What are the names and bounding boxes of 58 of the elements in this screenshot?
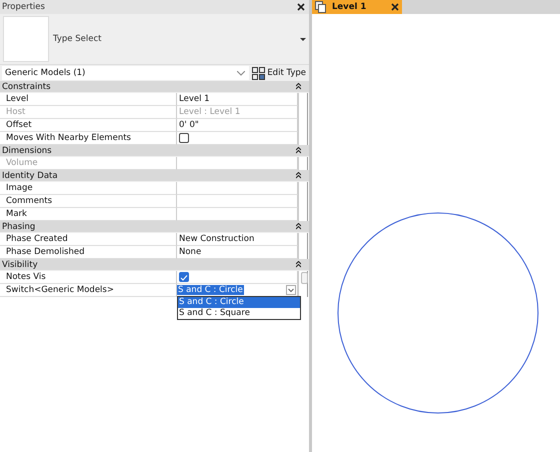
collapse-icon[interactable] — [296, 147, 301, 154]
property-value[interactable]: New Construction — [177, 233, 298, 246]
section-title: Identity Data — [2, 170, 58, 180]
scrollbar-thumb[interactable] — [301, 272, 308, 284]
close-icon[interactable] — [297, 3, 305, 11]
edit-type-button[interactable]: Edit Type — [249, 66, 309, 80]
checkbox[interactable] — [179, 272, 189, 282]
section-title: Phasing — [2, 222, 36, 232]
chevron-icon[interactable] — [237, 70, 246, 76]
property-name: Switch<Generic Models> — [0, 284, 177, 297]
view-tab[interactable]: Level 1 — [312, 0, 402, 14]
collapse-icon[interactable] — [296, 261, 301, 268]
property-name: Notes Vis — [0, 271, 177, 284]
document-icon — [315, 1, 326, 13]
property-name: Offset — [0, 119, 177, 132]
collapse-icon[interactable] — [296, 172, 301, 179]
property-value: Level : Level 1 — [177, 106, 298, 119]
scrollbar[interactable] — [298, 233, 308, 259]
value-field[interactable] — [177, 182, 298, 195]
section-header[interactable]: Phasing — [0, 221, 309, 233]
dropdown-arrow-icon[interactable] — [300, 38, 306, 40]
dropdown-option[interactable]: S and C : Circle — [178, 297, 300, 308]
value-dropdown[interactable]: S and C : Circle — [177, 284, 297, 296]
type-dropdown[interactable]: Generic Models (1) — [2, 66, 250, 80]
chevron-icon[interactable] — [286, 285, 296, 295]
checkbox[interactable] — [179, 133, 189, 143]
type-select-label: Type Select — [53, 34, 102, 44]
value-field[interactable] — [177, 195, 298, 208]
section-title: Constraints — [2, 82, 50, 92]
section-header[interactable]: Dimensions — [0, 145, 309, 157]
section-title: Visibility — [2, 260, 38, 270]
collapse-icon[interactable] — [296, 223, 301, 230]
property-name: Host — [0, 106, 177, 119]
scrollbar[interactable] — [298, 271, 308, 297]
section-header[interactable]: Identity Data — [0, 170, 309, 182]
property-name: Level — [0, 93, 177, 106]
tab-title: Level 1 — [332, 2, 368, 12]
type-preview — [3, 16, 49, 62]
collapse-icon[interactable] — [296, 83, 301, 90]
scrollbar[interactable] — [298, 157, 308, 170]
panel-title: Properties — [2, 2, 45, 12]
property-name: Image — [0, 182, 177, 195]
dropdown-option[interactable]: S and C : Square — [178, 308, 300, 319]
type-dropdown-value: Generic Models (1) — [5, 68, 86, 78]
scrollbar[interactable] — [298, 93, 308, 145]
dropdown-value: S and C : Circle — [177, 285, 244, 295]
property-name: Comments — [0, 195, 177, 208]
property-name: Phase Created — [0, 233, 177, 246]
section-header[interactable]: Visibility — [0, 259, 309, 271]
type-selector[interactable]: Type Select — [0, 14, 309, 65]
section-header[interactable]: Constraints — [0, 81, 309, 93]
scrollbar[interactable] — [298, 182, 308, 221]
section-title: Dimensions — [2, 146, 52, 156]
property-value[interactable]: Level 1 — [177, 93, 298, 106]
check-icon — [180, 274, 188, 280]
close-icon[interactable] — [391, 3, 399, 11]
property-value[interactable]: 0' 0" — [177, 119, 298, 132]
grid-icon — [252, 66, 266, 80]
